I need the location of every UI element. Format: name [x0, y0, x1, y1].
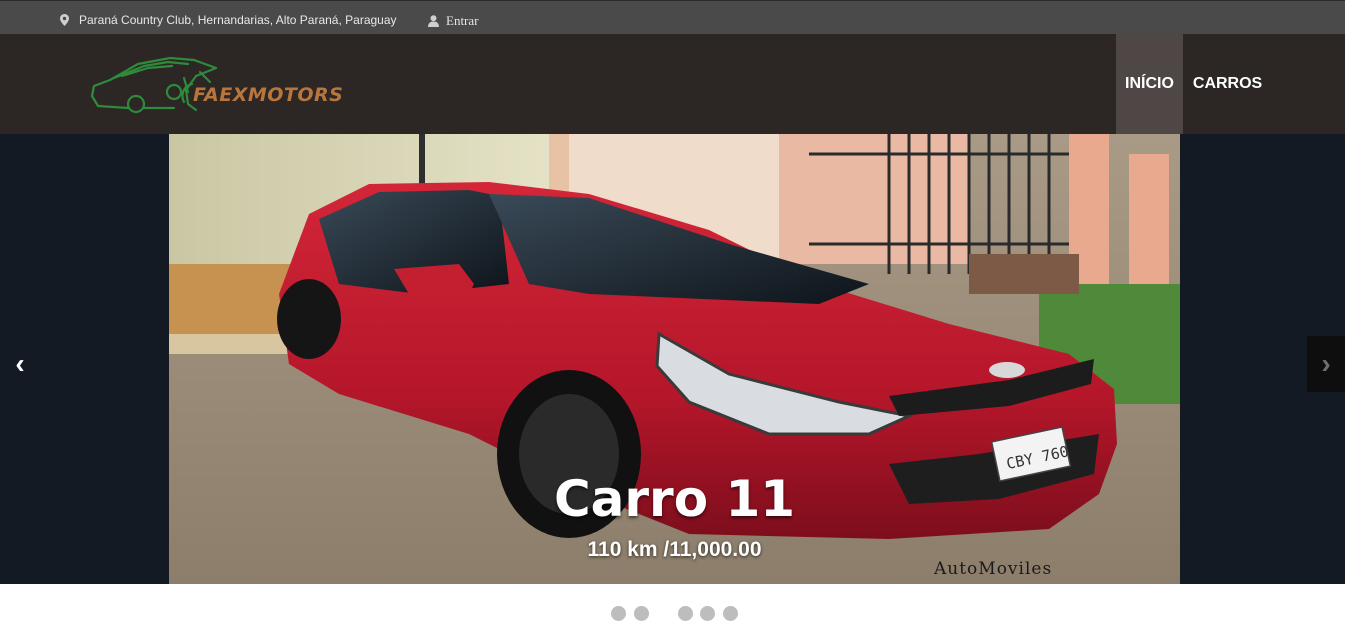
user-icon	[428, 15, 439, 27]
location-text: Paraná Country Club, Hernandarias, Alto …	[79, 13, 397, 27]
hero-carousel: CBY 760 AutoMoviles Carro 11 110 km /11,…	[0, 134, 1345, 584]
carousel-indicator[interactable]	[723, 606, 738, 621]
nav-item-carros[interactable]: CARROS	[1184, 34, 1271, 134]
carousel-indicator[interactable]	[634, 606, 649, 621]
top-info-bar: Paraná Country Club, Hernandarias, Alto …	[0, 0, 1345, 34]
carousel-prev-button[interactable]: ‹	[0, 336, 40, 392]
main-navbar: FAEXMOTORS INÍCIO CARROS	[0, 34, 1345, 134]
photo-watermark: AutoMoviles	[933, 559, 1052, 579]
slide-title: Carro 11	[553, 470, 796, 528]
location-info: Paraná Country Club, Hernandarias, Alto …	[60, 13, 397, 27]
carousel-indicator[interactable]	[700, 606, 715, 621]
map-marker-icon	[60, 14, 69, 26]
carousel-indicator[interactable]	[611, 606, 626, 621]
carousel-indicators	[0, 606, 1345, 622]
login-label: Entrar	[446, 13, 479, 28]
slide-subtitle: 110 km /11,000.00	[587, 538, 762, 561]
carousel-next-button[interactable]: ›	[1307, 336, 1345, 392]
carousel-indicator[interactable]	[678, 606, 693, 621]
car-outline-icon	[90, 56, 218, 114]
login-link[interactable]: Entrar	[428, 13, 478, 29]
main-nav: INÍCIO CARROS	[1116, 34, 1271, 134]
chevron-left-icon: ‹	[15, 348, 25, 379]
brand-name: FAEXMOTORS	[193, 84, 344, 106]
nav-item-inicio[interactable]: INÍCIO	[1116, 34, 1183, 134]
chevron-right-icon: ›	[1321, 348, 1331, 379]
